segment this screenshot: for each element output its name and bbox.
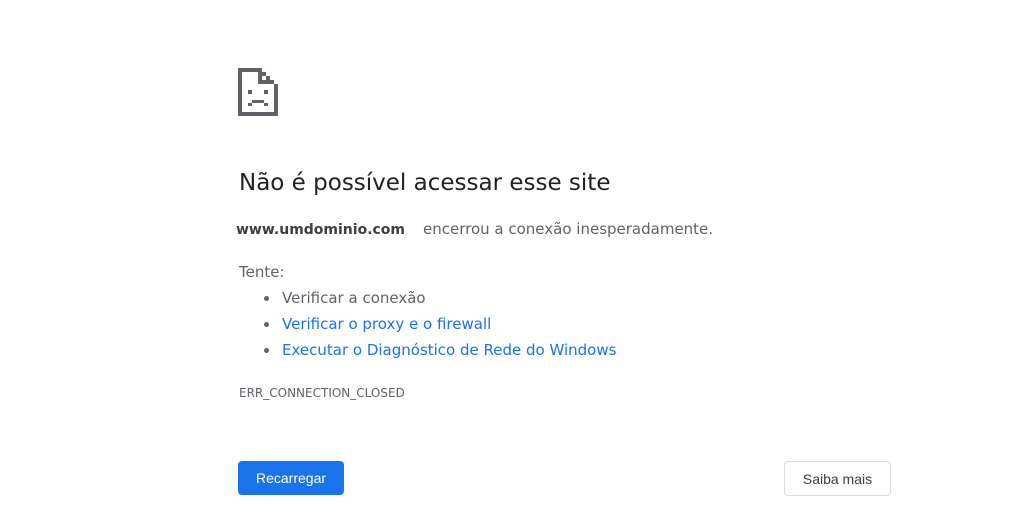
check-proxy-firewall-link[interactable]: Verificar o proxy e o firewall xyxy=(282,315,491,333)
error-page: Não é possível acessar esse site www.umd… xyxy=(0,0,1024,526)
learn-more-button[interactable]: Saiba mais xyxy=(784,461,891,496)
bullet-icon xyxy=(264,296,269,301)
error-description: www.umdominio.com encerrou a conexão ines… xyxy=(236,220,713,238)
page-title: Não é possível acessar esse site xyxy=(239,170,611,196)
error-code: ERR_CONNECTION_CLOSED xyxy=(239,386,405,400)
suggestion-check-proxy: Verificar o proxy e o firewall xyxy=(264,313,616,339)
error-description-text: encerrou a conexão inesperadamente. xyxy=(423,220,714,238)
windows-network-diagnostics-link[interactable]: Executar o Diagnóstico de Rede do Window… xyxy=(282,341,616,359)
reload-button[interactable]: Recarregar xyxy=(238,461,344,495)
suggestion-check-connection: Verificar a conexão xyxy=(264,287,616,313)
bullet-icon xyxy=(264,322,269,327)
try-label: Tente: xyxy=(239,263,285,281)
suggestions-list: Verificar a conexão Verificar o proxy e … xyxy=(264,287,616,365)
bullet-icon xyxy=(264,348,269,353)
site-domain: www.umdominio.com xyxy=(236,222,406,238)
suggestion-text: Verificar a conexão xyxy=(282,289,426,307)
suggestion-network-diagnostics: Executar o Diagnóstico de Rede do Window… xyxy=(264,339,616,365)
sad-page-icon xyxy=(238,68,278,116)
